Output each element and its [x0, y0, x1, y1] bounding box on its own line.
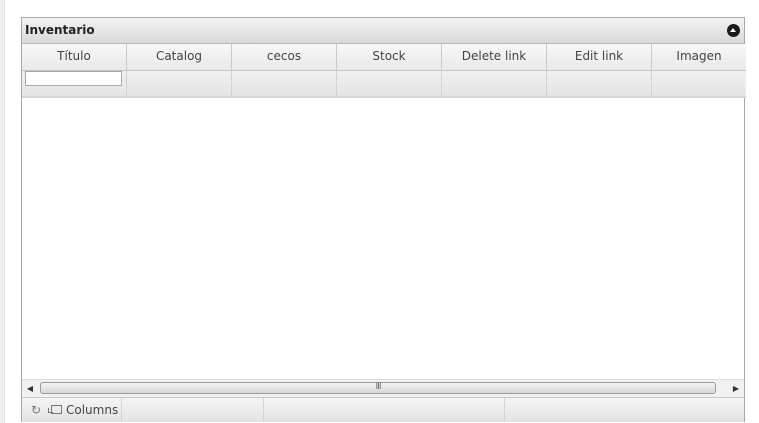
horizontal-scrollbar[interactable]: ◀ III ▶: [22, 379, 744, 397]
scrollbar-grip: III: [375, 382, 382, 392]
footer-divider: [121, 398, 122, 422]
filter-cell-delete-link: [442, 71, 547, 96]
collapse-icon[interactable]: [727, 24, 740, 37]
inventory-grid: Inventario Título Catalog cecos Stock De…: [21, 17, 746, 422]
column-header-edit-link[interactable]: Edit link: [547, 44, 652, 70]
filter-cell-titulo: [22, 71, 127, 96]
scroll-right-icon[interactable]: ▶: [728, 380, 744, 397]
column-header-catalog[interactable]: Catalog: [127, 44, 232, 70]
footer-divider: [263, 398, 264, 422]
filter-row: [22, 71, 746, 98]
column-header-titulo[interactable]: Título: [22, 44, 127, 70]
refresh-icon[interactable]: ↻: [28, 402, 44, 418]
filter-cell-imagen: [652, 71, 746, 96]
scroll-left-icon[interactable]: ◀: [22, 380, 38, 397]
scrollbar-thumb[interactable]: III: [40, 382, 716, 394]
grid-footer: ↻ Columns: [22, 397, 744, 422]
page-left-strip: [0, 0, 5, 423]
column-header-delete-link[interactable]: Delete link: [442, 44, 547, 70]
filter-cell-stock: [337, 71, 442, 96]
footer-divider: [504, 398, 505, 422]
columns-icon: [48, 405, 62, 414]
filter-cell-cecos: [232, 71, 337, 96]
column-header-stock[interactable]: Stock: [337, 44, 442, 70]
column-headers: Título Catalog cecos Stock Delete link E…: [22, 44, 746, 71]
filter-cell-catalog: [127, 71, 232, 96]
grid-titlebar: Inventario: [22, 18, 744, 44]
columns-button[interactable]: Columns: [48, 402, 119, 418]
column-header-cecos[interactable]: cecos: [232, 44, 337, 70]
titulo-filter-input[interactable]: [25, 71, 122, 86]
grid-title: Inventario: [25, 23, 95, 37]
column-header-imagen[interactable]: Imagen: [652, 44, 746, 70]
filter-cell-edit-link: [547, 71, 652, 96]
columns-label: Columns: [66, 403, 119, 417]
